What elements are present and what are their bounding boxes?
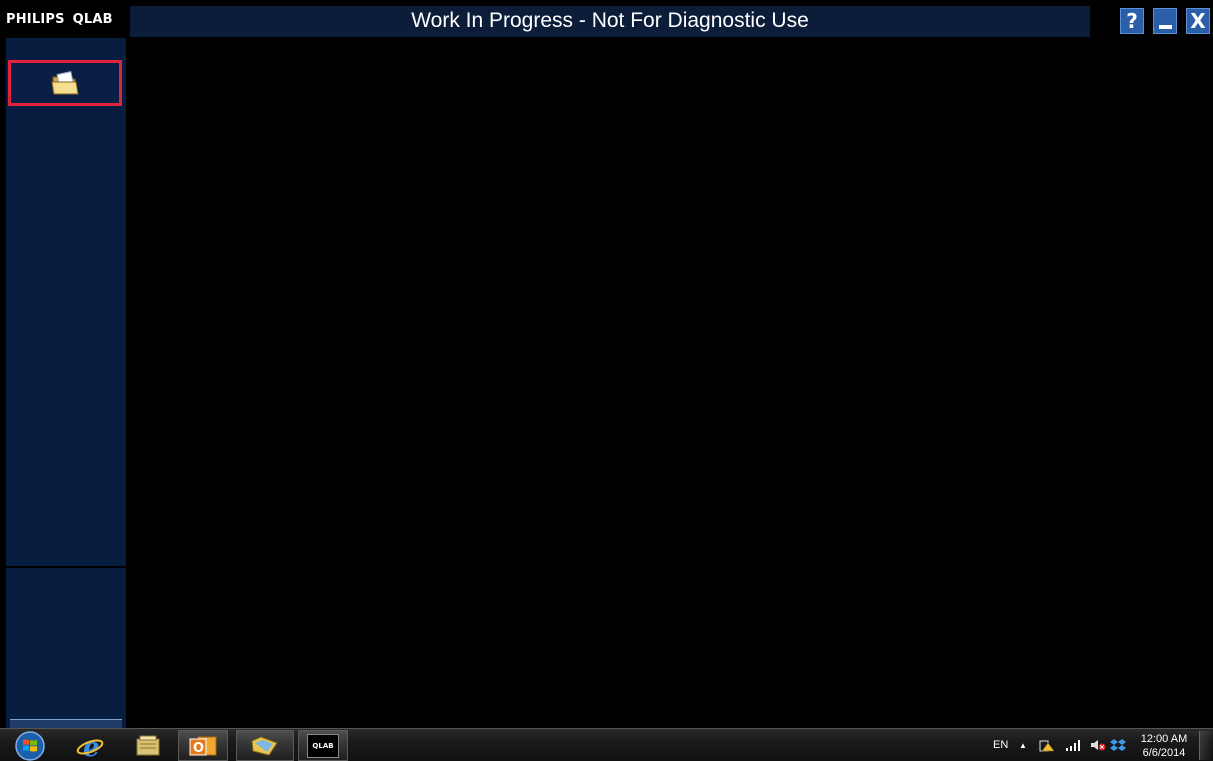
dropbox-icon[interactable] — [1110, 738, 1126, 752]
sidebar-divider — [6, 566, 126, 568]
start-button[interactable] — [8, 730, 52, 761]
folder-app-button[interactable] — [236, 730, 294, 761]
sidebar-bottom-tab[interactable] — [10, 719, 122, 728]
brand-philips: PHILIPS — [6, 11, 65, 27]
window-title: Work In Progress - Not For Diagnostic Us… — [411, 9, 809, 32]
minimize-icon — [1158, 25, 1172, 29]
left-sidebar — [6, 38, 126, 728]
internet-explorer-button[interactable]: e — [70, 730, 110, 761]
system-tray: EN ▲ 12:00 AM 6/6/2014 — [978, 729, 1213, 761]
qlab-taskbar-button[interactable]: QLAB — [298, 730, 348, 761]
network-signal-icon[interactable] — [1065, 738, 1081, 752]
title-bar: PHILIPS QLAB Work In Progress - Not For … — [0, 0, 1213, 38]
clock-time[interactable]: 12:00 AM — [1136, 733, 1192, 745]
outlook-icon: O — [189, 736, 217, 756]
outlook-button[interactable]: O — [178, 730, 228, 761]
help-button[interactable]: ? — [1120, 8, 1144, 34]
open-folder-icon — [51, 71, 79, 95]
battery-icon[interactable] — [1039, 738, 1055, 752]
svg-text:e: e — [83, 733, 100, 760]
minimize-button[interactable] — [1153, 8, 1177, 34]
svg-text:O: O — [193, 741, 204, 756]
show-desktop-button[interactable] — [1199, 731, 1211, 760]
file-explorer-button[interactable] — [128, 730, 168, 761]
start-orb-icon — [15, 730, 45, 761]
internet-explorer-icon: e — [76, 733, 104, 760]
volume-muted-icon[interactable] — [1090, 738, 1106, 752]
file-explorer-icon — [136, 735, 160, 755]
show-hidden-icons-icon[interactable]: ▲ — [1019, 741, 1027, 750]
app-brand: PHILIPS QLAB — [6, 7, 128, 31]
folder-app-icon — [251, 735, 278, 756]
qlab-icon: QLAB — [307, 733, 339, 758]
brand-qlab: QLAB — [72, 11, 113, 27]
taskbar: e O QLAB EN ▲ 12:00 AM 6/6/2014 — [0, 728, 1213, 761]
close-button[interactable]: X — [1186, 8, 1210, 34]
open-study-button[interactable] — [8, 60, 122, 106]
clock-date[interactable]: 6/6/2014 — [1136, 747, 1192, 759]
main-viewport — [130, 38, 1213, 728]
language-indicator[interactable]: EN — [993, 739, 1008, 751]
